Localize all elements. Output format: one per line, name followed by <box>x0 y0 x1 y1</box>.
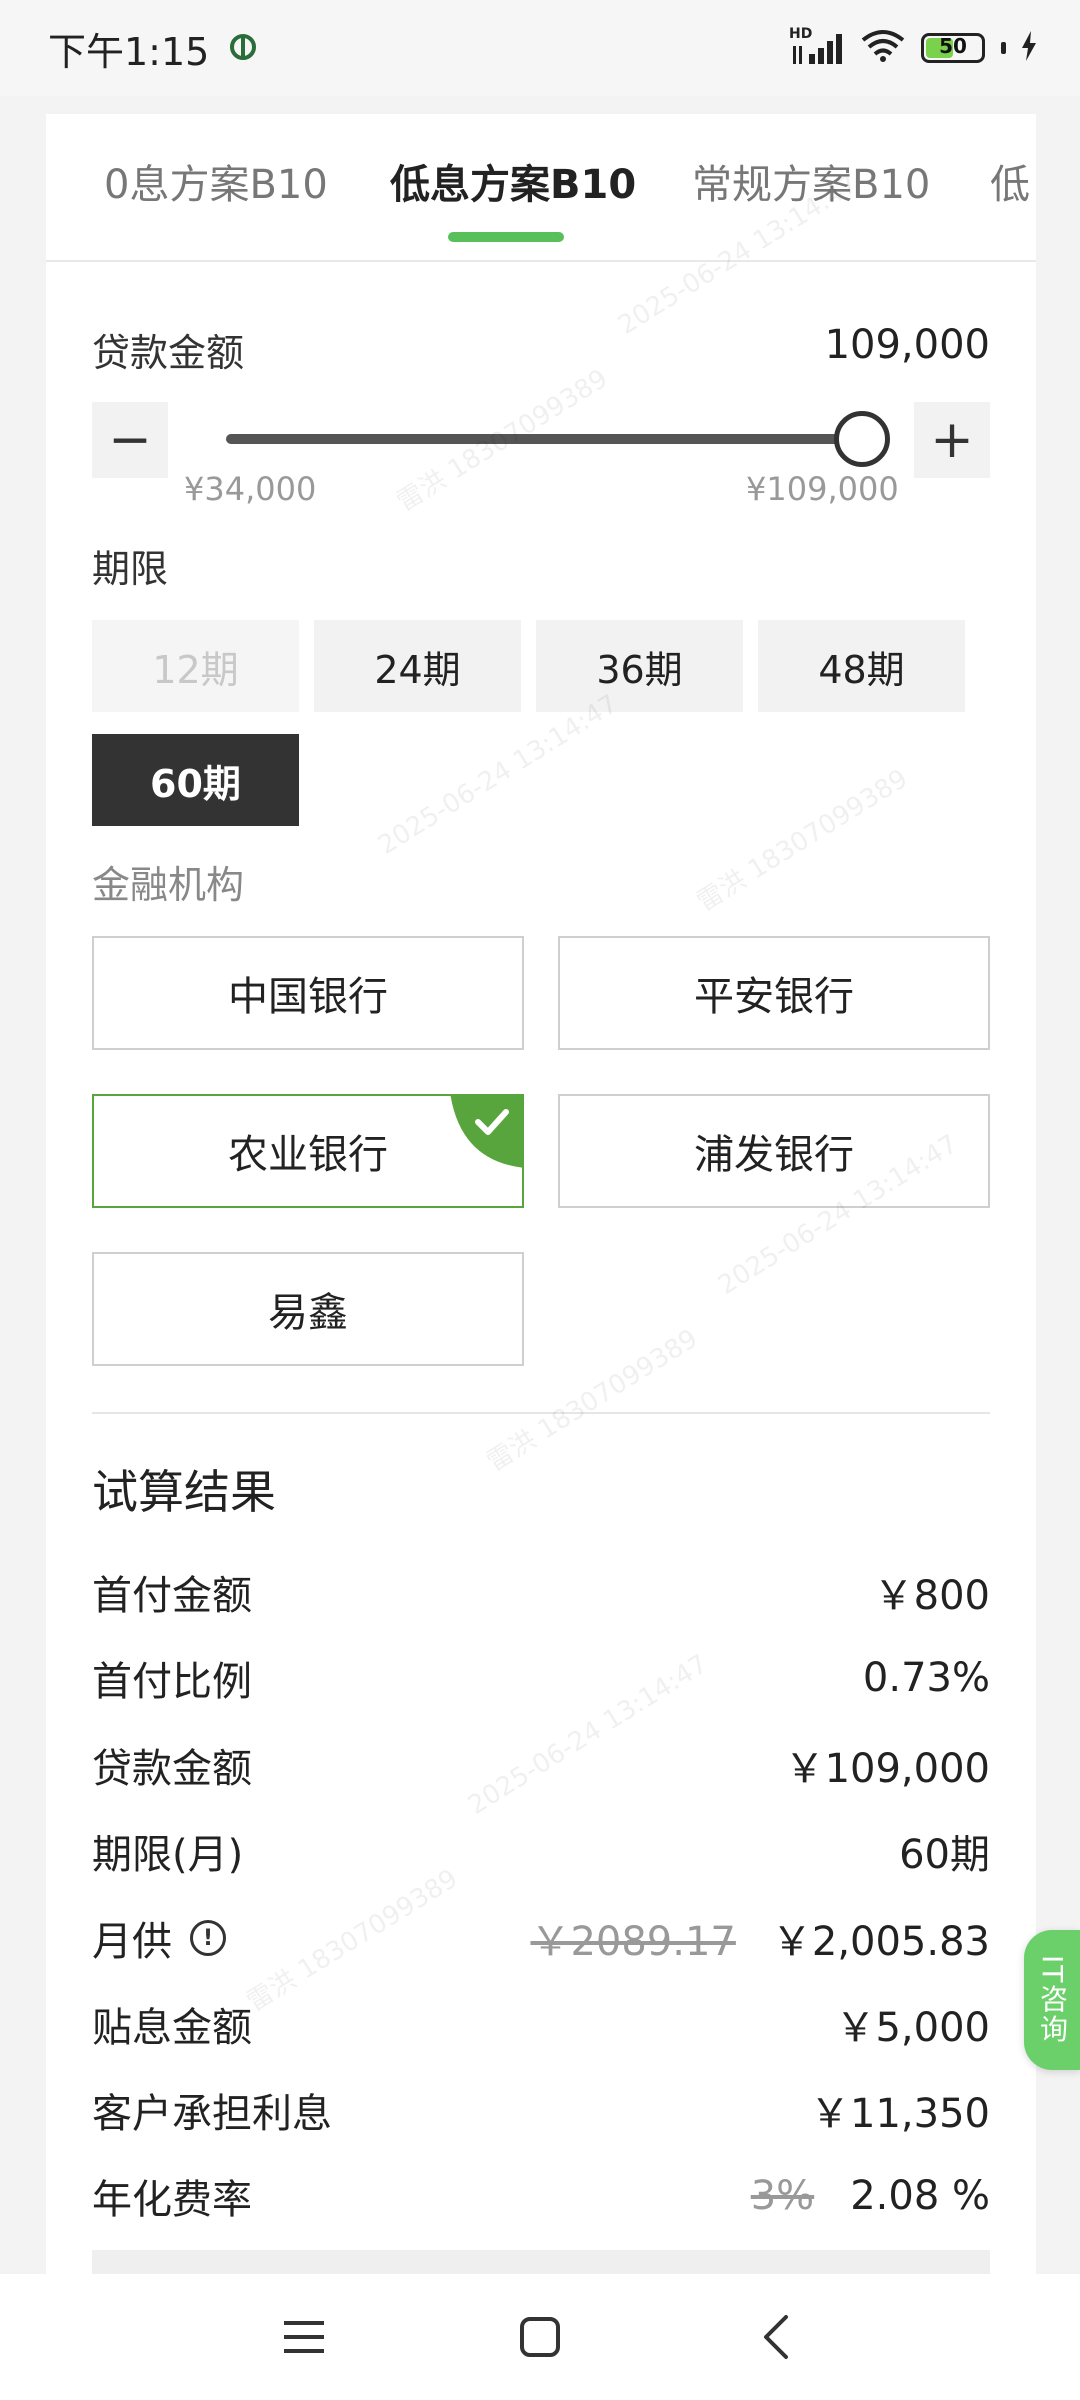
result-row-loan-amount: 贷款金额 ￥109,000 <box>92 1735 990 1795</box>
slider-fill <box>226 434 862 444</box>
slider-min-label: ¥34,000 <box>184 470 317 508</box>
result-value: ￥2089.17 ￥2,005.83 <box>530 1909 990 1967</box>
original-annual-rate: 3% <box>750 2173 815 2219</box>
bank-option-label: 中国银行 <box>228 974 388 1020</box>
discounted-annual-rate: 2.08 % <box>850 2173 990 2219</box>
period-option-12[interactable]: 12期 <box>92 620 299 712</box>
period-option-60[interactable]: 60期 <box>92 734 299 826</box>
plan-card: 0息方案B10 低息方案B10 常规方案B10 低 贷款金额 109,000 −… <box>46 114 1036 2274</box>
wifi-icon <box>859 28 907 68</box>
back-chevron-icon[interactable] <box>746 2307 806 2367</box>
slider-max-label: ¥109,000 <box>746 470 899 508</box>
loan-amount-label: 贷款金额 <box>92 331 245 375</box>
loan-amount-slider[interactable] <box>226 434 862 444</box>
result-label: 首付比例 <box>92 1659 252 1705</box>
tab-zero-interest[interactable]: 0息方案B10 <box>104 152 328 210</box>
tab-more[interactable]: 低 <box>990 152 1030 210</box>
system-nav-bar <box>0 2274 1080 2400</box>
result-value: 3% 2.08 % <box>751 2173 990 2219</box>
bank-option-yixin[interactable]: 易鑫 <box>92 1252 524 1366</box>
tab-regular[interactable]: 常规方案B10 <box>692 152 930 210</box>
bank-option-boc[interactable]: 中国银行 <box>92 936 524 1050</box>
it-consult-button[interactable]: IT咨询 <box>1024 1930 1080 2070</box>
bank-option-label: 农业银行 <box>228 1132 388 1178</box>
result-value: ￥800 <box>873 1573 990 1619</box>
discounted-monthly-payment: ￥2,005.83 <box>771 1919 990 1965</box>
plan-tabs: 0息方案B10 低息方案B10 常规方案B10 低 <box>46 114 1036 262</box>
tab-low-interest[interactable]: 低息方案B10 <box>390 152 636 210</box>
result-row-term: 期限(月) 60期 <box>92 1821 990 1881</box>
result-label: 客户承担利息 <box>92 2091 332 2137</box>
signal-icon: HD <box>789 26 845 66</box>
active-tab-indicator <box>448 232 564 242</box>
result-value: 60期 <box>899 1832 990 1878</box>
section-divider <box>92 1412 990 1414</box>
check-icon <box>450 1096 522 1168</box>
period-option-24[interactable]: 24期 <box>314 620 521 712</box>
period-label: 期限 <box>92 547 169 591</box>
result-label: 首付金额 <box>92 1573 252 1619</box>
result-label: 月供 ! <box>92 1909 226 1967</box>
result-value: 0.73% <box>862 1655 990 1701</box>
info-circle-icon[interactable]: ! <box>190 1920 226 1956</box>
result-row-down-payment-ratio: 首付比例 0.73% <box>92 1648 990 1708</box>
charging-icon <box>1020 31 1038 65</box>
monthly-payment-label: 月供 <box>92 1919 172 1965</box>
result-row-annual-rate: 年化费率 3% 2.08 % <box>92 2166 990 2226</box>
decrease-amount-button[interactable]: − <box>92 402 168 478</box>
period-option-36[interactable]: 36期 <box>536 620 743 712</box>
institution-label: 金融机构 <box>92 863 245 907</box>
increase-amount-button[interactable]: + <box>914 402 990 478</box>
bank-option-pingan[interactable]: 平安银行 <box>558 936 990 1050</box>
result-row-down-payment: 首付金额 ￥800 <box>92 1562 990 1622</box>
loan-amount-value: 109,000 <box>824 322 990 368</box>
result-label: 贴息金额 <box>92 2005 252 2051</box>
status-time: 下午1:15 <box>48 29 210 74</box>
period-option-48[interactable]: 48期 <box>758 620 965 712</box>
result-label: 年化费率 <box>92 2177 252 2223</box>
bank-option-label: 平安银行 <box>694 974 854 1020</box>
result-row-monthly-payment: 月供 ! ￥2089.17 ￥2,005.83 <box>92 1908 990 1968</box>
result-label: 期限(月) <box>92 1832 244 1878</box>
bank-option-label: 易鑫 <box>268 1290 348 1336</box>
bank-option-label: 浦发银行 <box>694 1132 854 1178</box>
battery-level: 50 <box>939 34 967 58</box>
bottom-strip <box>92 2250 990 2274</box>
result-title: 试算结果 <box>92 1465 276 1519</box>
menu-icon[interactable] <box>274 2307 334 2367</box>
app-notification-icon <box>229 26 257 70</box>
slider-thumb[interactable] <box>834 411 890 467</box>
bank-option-abc[interactable]: 农业银行 <box>92 1094 524 1208</box>
home-square-icon[interactable] <box>510 2307 570 2367</box>
bank-option-spdb[interactable]: 浦发银行 <box>558 1094 990 1208</box>
result-value: ￥5,000 <box>835 2005 990 2051</box>
result-row-subsidy: 贴息金额 ￥5,000 <box>92 1994 990 2054</box>
original-monthly-payment: ￥2089.17 <box>530 1919 736 1965</box>
battery-icon: 50 <box>921 33 985 63</box>
result-row-customer-interest: 客户承担利息 ￥11,350 <box>92 2080 990 2140</box>
result-value: ￥11,350 <box>810 2091 990 2137</box>
result-value: ￥109,000 <box>784 1746 990 1792</box>
result-label: 贷款金额 <box>92 1746 252 1792</box>
status-bar: 下午1:15 HD 50 <box>0 0 1080 96</box>
